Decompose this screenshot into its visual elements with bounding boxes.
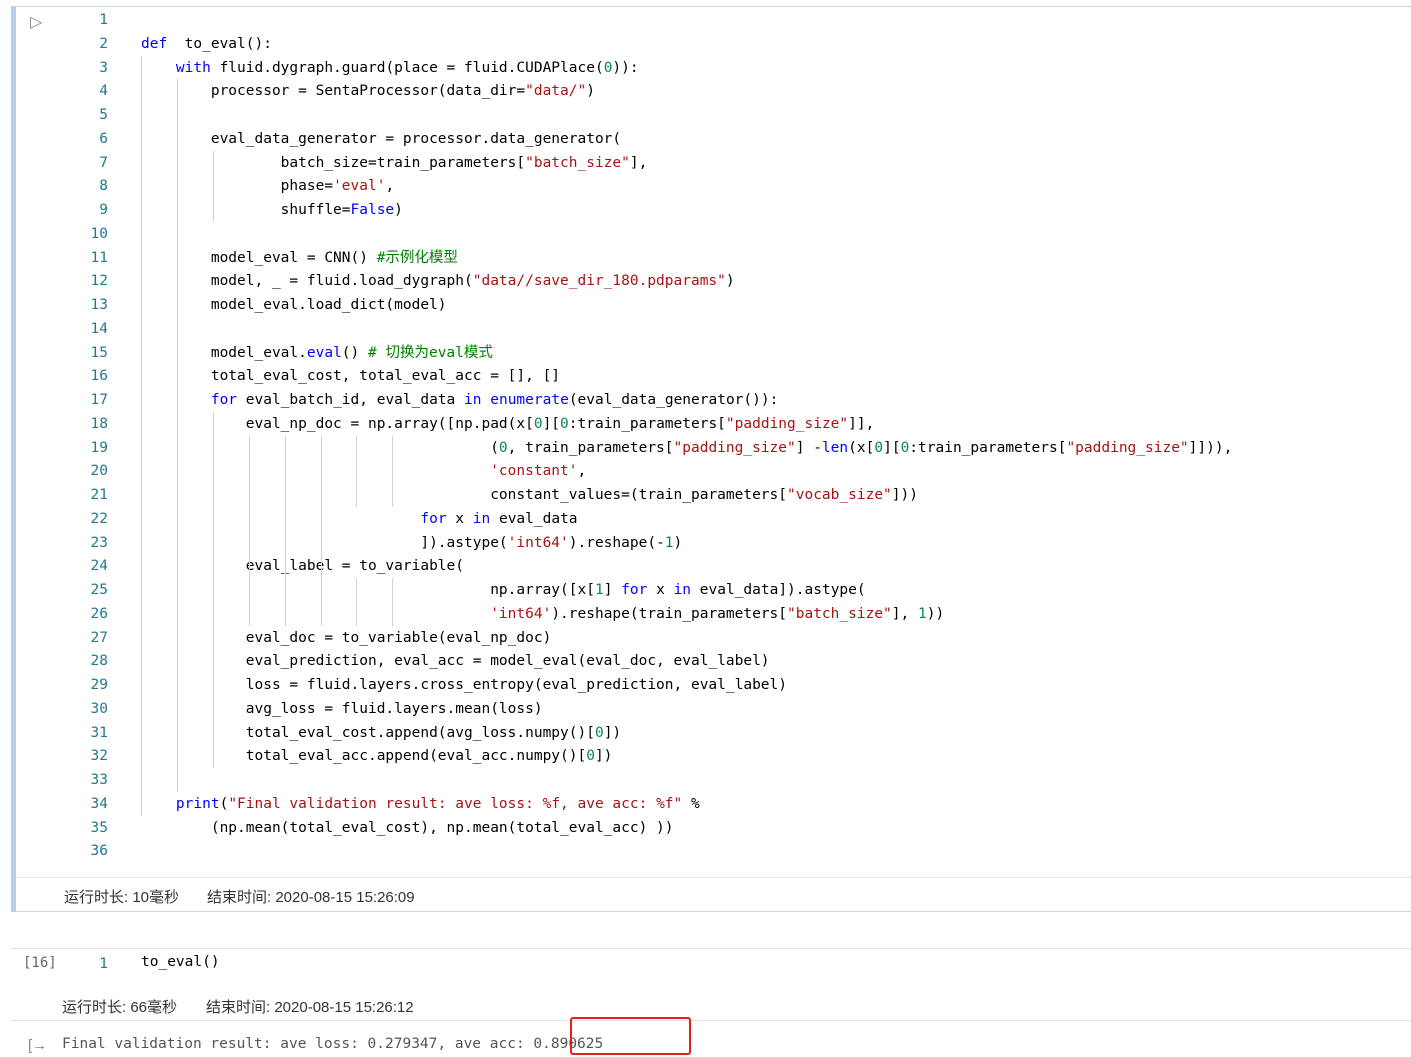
active-cell-indicator [11, 6, 16, 912]
indent-guide [392, 578, 393, 626]
code-line[interactable]: eval_doc = to_variable(eval_np_doc) [141, 626, 552, 650]
line-number: 27 [90, 629, 108, 646]
code-line[interactable]: total_eval_acc.append(eval_acc.numpy()[0… [141, 744, 613, 768]
code-line[interactable]: (0, train_parameters["padding_size"] -le… [141, 436, 1232, 460]
code-line[interactable]: phase='eval', [141, 174, 395, 198]
line-number: 23 [90, 534, 108, 551]
code-line[interactable]: total_eval_cost, total_eval_acc = [], [] [141, 364, 560, 388]
code-line[interactable]: print("Final validation result: ave loss… [141, 792, 700, 816]
code-line[interactable]: for x in eval_data [141, 507, 577, 531]
line-number: 15 [90, 344, 108, 361]
cell-output: Final validation result: ave loss: 0.279… [62, 1036, 604, 1052]
code-line[interactable]: constant_values=(train_parameters["vocab… [141, 483, 918, 507]
line-number: 2 [99, 35, 108, 52]
code-line[interactable]: model_eval.eval() # 切换为eval模式 [141, 341, 493, 365]
line-number: 8 [99, 178, 108, 195]
line-number: 18 [90, 415, 108, 432]
code-line[interactable]: eval_data_generator = processor.data_gen… [141, 127, 621, 151]
indent-guide [177, 79, 178, 792]
endtime-label: 结束时间: 2020-08-15 15:26:09 [207, 889, 415, 906]
indent-guide [392, 435, 393, 507]
line-number: 12 [90, 273, 108, 290]
line-number: 9 [99, 202, 108, 218]
execution-count: [16] [23, 955, 57, 971]
indent-guide [356, 578, 357, 626]
highlight-box [570, 1017, 691, 1055]
line-number: 31 [90, 724, 108, 741]
code-line[interactable]: shuffle=False) [141, 198, 403, 222]
code-line[interactable]: eval_np_doc = np.array([np.pad(x[0][0:tr… [141, 412, 875, 436]
code-line[interactable]: ]).astype('int64').reshape(-1) [141, 531, 682, 555]
code-line[interactable]: model_eval = CNN() #示例化模型 [141, 246, 458, 270]
line-number: 10 [90, 225, 108, 242]
code-line[interactable]: avg_loss = fluid.layers.mean(loss) [141, 697, 543, 721]
indent-guide [141, 55, 142, 816]
line-number: 34 [90, 795, 108, 812]
code-line[interactable]: batch_size=train_parameters["batch_size"… [141, 151, 648, 175]
code-line[interactable]: def to_eval(): [141, 32, 272, 56]
indent-guide [249, 435, 250, 626]
line-number: 22 [90, 510, 108, 527]
code-line[interactable]: model, _ = fluid.load_dygraph("data//sav… [141, 269, 735, 293]
code-line[interactable]: with fluid.dygraph.guard(place = fluid.C… [141, 56, 639, 80]
runtime-label: 运行时长: 66毫秒 [62, 999, 178, 1016]
line-number: 1 [99, 12, 108, 28]
code-line[interactable]: eval_label = to_variable( [141, 554, 464, 578]
line-number: 13 [90, 297, 108, 313]
indent-guide [356, 435, 357, 507]
line-number: 1 [99, 956, 108, 972]
line-number: 24 [90, 558, 108, 575]
indent-guide [213, 411, 214, 768]
runtime-label: 运行时长: 10毫秒 [64, 889, 180, 906]
line-number: 28 [90, 653, 108, 670]
run-triangle-icon[interactable]: ▷ [30, 12, 42, 32]
line-number: 3 [99, 59, 108, 76]
endtime-label: 结束时间: 2020-08-15 15:26:12 [206, 999, 414, 1016]
line-number: 29 [90, 677, 108, 693]
code-line[interactable]: 'constant', [141, 459, 586, 483]
indent-guide [213, 150, 214, 222]
line-number: 25 [90, 582, 108, 598]
line-number: 5 [99, 107, 108, 123]
line-number: 16 [90, 368, 108, 385]
line-number: 6 [99, 130, 108, 147]
code-line[interactable]: to_eval() [141, 950, 220, 974]
line-number: 26 [90, 605, 108, 622]
line-number: 30 [90, 700, 108, 717]
line-number: 11 [90, 249, 108, 266]
code-line[interactable]: processor = SentaProcessor(data_dir="dat… [141, 79, 595, 103]
line-number: 20 [90, 463, 108, 480]
line-number: 19 [90, 439, 108, 456]
code-line[interactable]: loss = fluid.layers.cross_entropy(eval_p… [141, 673, 787, 697]
code-line[interactable]: for eval_batch_id, eval_data in enumerat… [141, 388, 778, 412]
line-number: 14 [90, 320, 108, 337]
line-number: 35 [90, 819, 108, 836]
indent-guide [285, 435, 286, 626]
output-arrow-icon: [→ [28, 1037, 48, 1054]
code-line[interactable]: model_eval.load_dict(model) [141, 293, 447, 317]
line-number: 7 [99, 154, 108, 171]
line-number: 17 [90, 392, 108, 408]
divider [11, 1020, 1411, 1021]
line-number: 33 [90, 772, 108, 788]
line-number: 32 [90, 748, 108, 765]
divider [16, 877, 1411, 878]
line-number: 36 [90, 843, 108, 860]
code-line[interactable]: (np.mean(total_eval_cost), np.mean(total… [141, 816, 674, 840]
line-number: 4 [99, 83, 108, 100]
code-line[interactable]: 'int64').reshape(train_parameters["batch… [141, 602, 944, 626]
line-number: 21 [90, 487, 108, 503]
indent-guide [321, 435, 322, 626]
code-line[interactable]: eval_prediction, eval_acc = model_eval(e… [141, 649, 770, 673]
